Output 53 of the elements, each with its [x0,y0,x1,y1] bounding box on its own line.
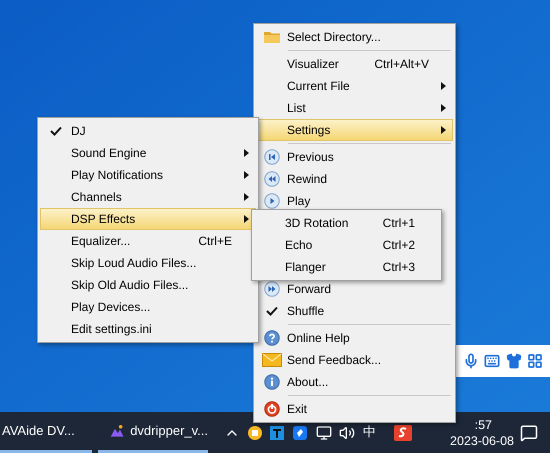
menu-item[interactable]: Online Help [256,327,453,349]
shortcut-label: Ctrl+Alt+V [374,56,430,73]
previous-icon [264,149,280,165]
speaker-icon[interactable] [339,424,355,440]
menu-item[interactable]: Forward [256,278,453,300]
menu-item[interactable]: Play Devices... [40,296,256,318]
notification-icon[interactable] [520,424,538,442]
play-icon [264,193,280,209]
menu-item[interactable]: Play [256,190,453,212]
menu-item[interactable]: Settings [256,119,453,141]
menu-item[interactable]: Echo Ctrl+2 [254,234,439,256]
power-icon [264,401,280,417]
menu-item[interactable]: Sound Engine [40,142,256,164]
info-icon [264,374,280,390]
envelope-icon [262,353,282,367]
menu-item[interactable]: 3D Rotation Ctrl+1 [254,212,439,234]
shortcut-label: Ctrl+3 [382,259,416,276]
menu-item[interactable]: Send Feedback... [256,349,453,371]
clock-date: 2023-06-08 [450,432,514,448]
menu-item[interactable]: Channels [40,186,256,208]
taskbar-button[interactable]: dvdripper_v... [98,412,208,453]
rewind-icon [264,171,280,187]
menu-item[interactable]: Play Notifications [40,164,256,186]
menu-item[interactable]: Current File [256,75,453,97]
menu-item[interactable]: Skip Old Audio Files... [40,274,256,296]
tray-app-icon[interactable] [248,426,262,440]
shortcut-label: Ctrl+1 [382,215,416,232]
keyboard-icon[interactable] [484,353,500,369]
menu-item[interactable]: Select Directory... [256,26,453,48]
menu-item[interactable]: Exit [256,398,453,420]
grid-icon[interactable] [527,353,544,369]
menu-item[interactable]: List [256,97,453,119]
input-method-label[interactable]: 中 [363,422,376,442]
menu-item[interactable]: Shuffle [256,300,453,322]
menu-item[interactable]: Edit settings.ini [40,318,256,340]
menu-item[interactable]: DJ [40,120,256,142]
network-icon[interactable] [316,424,332,440]
help-icon [264,330,280,346]
shortcut-label: Ctrl+2 [382,237,416,254]
menu-item[interactable]: Flanger Ctrl+3 [254,256,439,278]
menu-item[interactable]: DSP Effects [40,208,256,230]
taskbar-button[interactable]: AVAide DV... [0,412,92,453]
menu-item[interactable]: Rewind [256,168,453,190]
shirt-icon[interactable] [506,353,522,369]
microphone-icon[interactable] [462,353,479,369]
menu-item[interactable]: Previous [256,146,453,168]
clock-time: :57 [474,416,492,432]
letter-tile-icon[interactable] [270,426,284,440]
shortcut-label: Ctrl+E [198,233,233,250]
menu-item[interactable]: Visualizer Ctrl+Alt+V [256,53,453,75]
forward-icon [264,281,280,297]
menu-item[interactable]: About... [256,371,453,393]
folder-icon [263,30,281,44]
